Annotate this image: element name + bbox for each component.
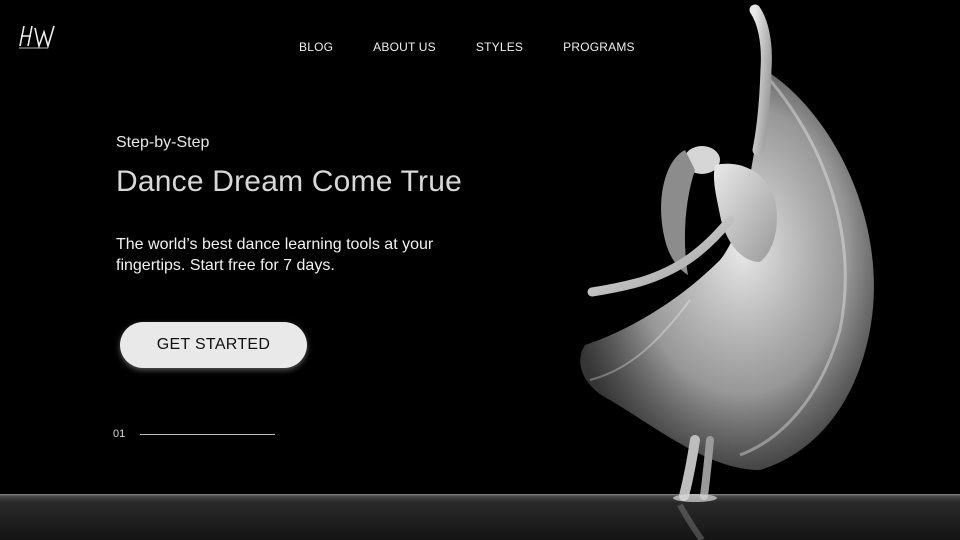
slide-indicator[interactable]: 01	[113, 428, 276, 440]
nav-about-us[interactable]: ABOUT US	[373, 40, 436, 54]
hero-eyebrow: Step-by-Step	[116, 134, 210, 151]
hero-tagline: The world’s best dance learning tools at…	[116, 236, 434, 274]
slide-progress-line	[140, 433, 276, 435]
logo-icon	[19, 25, 55, 49]
hero-copy: Step-by-Step Dance Dream Come True The w…	[116, 134, 536, 276]
get-started-button[interactable]: GET STARTED	[120, 322, 307, 368]
nav-styles[interactable]: STYLES	[476, 40, 523, 54]
brand-logo[interactable]	[18, 22, 58, 52]
hero-headline: Dance Dream Come True	[116, 165, 462, 198]
dancer-photo	[580, 4, 874, 540]
nav-blog[interactable]: BLOG	[299, 40, 333, 54]
slide-number: 01	[113, 428, 126, 440]
